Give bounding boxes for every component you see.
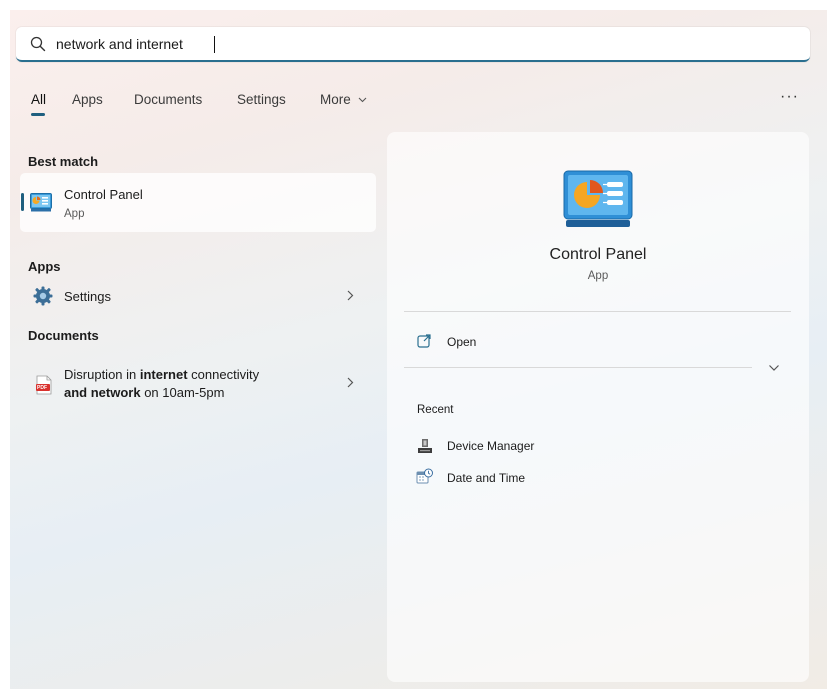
tab-more-label: More [320,92,351,107]
recent-heading: Recent [417,404,454,416]
preview-subtitle: App [587,270,609,282]
open-label: Open [447,335,477,349]
tab-all[interactable]: All [31,92,46,107]
app-settings-label: Settings [64,289,111,304]
search-box[interactable] [16,27,810,62]
tab-documents[interactable]: Documents [134,92,202,107]
document-item[interactable] [20,358,376,408]
control-panel-large-icon [563,170,633,227]
document-title-line1: Disruption in internet connectivity [64,367,259,382]
settings-gear-icon [33,286,53,306]
tab-settings[interactable]: Settings [237,92,286,107]
tab-more[interactable]: More [320,92,367,107]
chevron-down-icon [358,98,366,103]
open-external-icon [417,334,431,348]
document-title-bold-internet: internet [139,367,188,382]
selection-indicator [21,193,24,211]
expand-chevron-button[interactable] [768,364,780,372]
document-title-bold-network: and network [64,385,141,400]
best-match-item[interactable] [20,173,376,232]
best-match-name: Control Panel [64,187,143,202]
text-caret [214,36,215,53]
apps-heading: Apps [28,259,61,274]
recent-item-label: Date and Time [447,471,526,485]
recent-item-label: Device Manager [447,439,535,453]
pdf-badge: PDF [37,385,47,391]
best-match-type: App [64,208,85,220]
tab-apps[interactable]: Apps [72,92,103,107]
best-match-heading: Best match [28,154,99,169]
divider [404,367,752,368]
chevron-right-icon [347,377,354,388]
document-title-pre: Disruption in [64,367,140,382]
document-title-post: on 10am-5pm [140,385,225,400]
search-input[interactable] [56,34,776,54]
divider [404,311,791,312]
control-panel-icon [30,193,52,212]
date-and-time-icon [416,468,433,484]
chevron-right-icon [347,290,354,301]
device-manager-icon [418,439,432,453]
document-title-mid: connectivity [187,367,260,382]
more-options-button[interactable]: ··· [780,88,799,106]
document-title-line2: and network on 10am-5pm [64,385,224,400]
active-tab-indicator [31,113,45,116]
preview-title: Control Panel [549,246,647,263]
search-icon [30,36,46,52]
documents-heading: Documents [28,328,99,343]
